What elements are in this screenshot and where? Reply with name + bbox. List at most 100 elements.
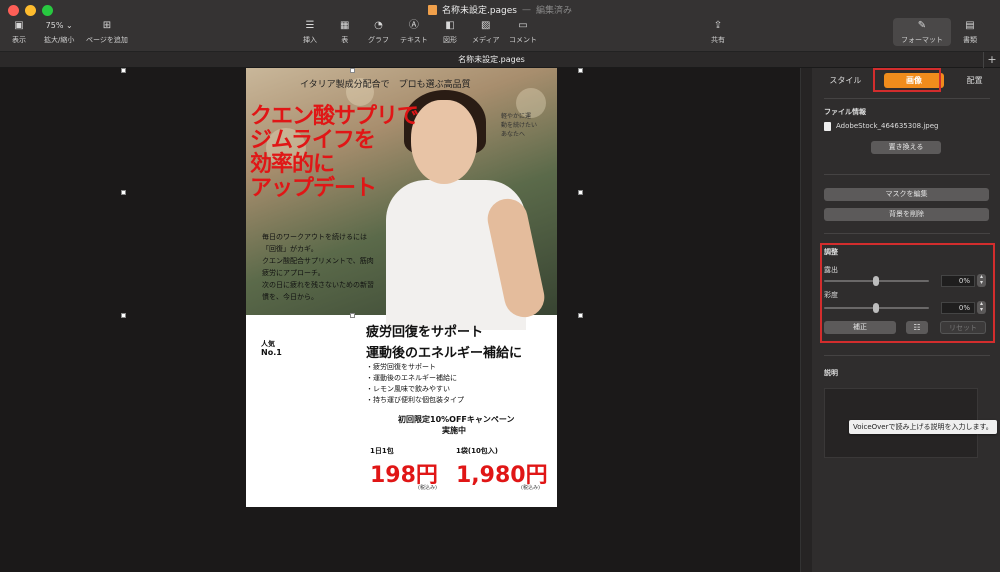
reset-button[interactable]: リセット [940, 321, 986, 334]
no1-label[interactable]: No.1 [261, 348, 282, 357]
headline-4[interactable]: アップデート [250, 177, 377, 200]
comment-button[interactable]: ▭ コメント [509, 20, 537, 45]
side-note-1[interactable]: 軽やかに運 [501, 112, 531, 121]
divider [824, 233, 990, 234]
exposure-slider-knob[interactable] [873, 276, 879, 286]
remove-background-button[interactable]: 背景を削除 [824, 208, 989, 221]
selection-handle[interactable] [121, 68, 126, 73]
bullet-4[interactable]: ・持ち運び便利な個包装タイプ [366, 395, 464, 405]
document-canvas[interactable]: イタリア製成分配合で プロも選ぶ高品質 クエン酸サプリで ジムライフを 効率的に… [0, 68, 800, 572]
sidebar-icon: ▣ [14, 20, 24, 31]
share-icon: ⇪ [713, 20, 723, 31]
side-note-2[interactable]: 動を続けたい [501, 121, 537, 130]
format-button[interactable]: ✎ フォーマット [893, 18, 951, 46]
adjust-label: 調整 [824, 248, 838, 256]
selection-handle[interactable] [121, 190, 126, 195]
share-button[interactable]: ⇪ 共有 [711, 20, 725, 45]
enhance-button[interactable]: 補正 [824, 321, 896, 334]
selection-handle[interactable] [578, 313, 583, 318]
edit-mask-button[interactable]: マスクを編集 [824, 188, 989, 201]
comment-label: コメント [509, 36, 537, 44]
sliders-icon[interactable]: ☷ [906, 321, 928, 334]
file-name: AdobeStock_464635308.jpeg [836, 122, 939, 130]
body-line-5[interactable]: 次の日に疲れを残さないための新習 [262, 280, 374, 290]
edited-status: 編集済み [536, 6, 573, 16]
window-title: 名称未設定.pages — 編集済み [0, 3, 1000, 16]
zoom-menu[interactable]: 75% ⌄ 拡大/縮小 [44, 20, 74, 45]
document-button[interactable]: ▤ 書類 [963, 20, 977, 45]
saturation-stepper[interactable]: ▴ ▾ [977, 301, 986, 314]
sub-head-2[interactable]: 運動後のエネルギー補給に [366, 342, 522, 361]
replace-button[interactable]: 置き換える [871, 141, 941, 154]
table-button[interactable]: ▦ 表 [340, 20, 349, 45]
pages-doc-icon [427, 4, 437, 15]
zoom-value: 75% ⌄ [45, 21, 73, 30]
document-tab-bar: 名称未設定.pages + [0, 52, 1000, 68]
new-tab-icon[interactable]: + [983, 52, 1000, 68]
photo-woman-face [411, 100, 477, 184]
insert-label: 挿入 [303, 36, 317, 44]
selection-handle[interactable] [578, 68, 583, 73]
sub-head-1[interactable]: 疲労回復をサポート [366, 321, 483, 340]
campaign-line-2[interactable]: 実施中 [442, 425, 466, 436]
chart-button[interactable]: ◔ グラフ [368, 20, 389, 45]
exposure-stepper[interactable]: ▴ ▾ [977, 274, 986, 287]
media-label: メディア [472, 36, 500, 44]
saturation-label: 彩度 [824, 291, 838, 299]
insert-button[interactable]: ☰ 挿入 [303, 20, 317, 45]
body-line-1[interactable]: 毎日のワークアウトを続けるには [262, 232, 367, 242]
headline-1[interactable]: クエン酸サプリで [250, 105, 419, 128]
headline-3[interactable]: 効率的に [250, 153, 335, 176]
saturation-value[interactable]: 0% [941, 302, 975, 314]
selection-handle[interactable] [350, 68, 355, 73]
insert-icon: ☰ [305, 20, 315, 31]
headline-2[interactable]: ジムライフを [250, 129, 376, 152]
document-tab[interactable]: 名称未設定.pages [0, 52, 983, 68]
canvas-scrollbar[interactable] [800, 68, 812, 572]
price-a-label[interactable]: 1日1包 [370, 446, 394, 456]
page-top-line[interactable]: イタリア製成分配合で プロも選ぶ高品質 [300, 77, 471, 90]
add-page-button[interactable]: ⊞ ページを追加 [86, 20, 128, 45]
price-b-tax[interactable]: (税込み) [521, 484, 540, 491]
zoom-value-text: 75% [45, 21, 64, 30]
document-icon: ▤ [965, 20, 975, 31]
body-line-3[interactable]: クエン酸配合サプリメントで、筋肉 [262, 256, 374, 266]
body-line-2[interactable]: 「回復」がカギ。 [262, 244, 318, 254]
description-tooltip: VoiceOverで読み上げる説明を入力します。 [849, 420, 997, 434]
exposure-value[interactable]: 0% [941, 275, 975, 287]
price-b-label[interactable]: 1袋(10包入) [456, 446, 498, 456]
bullet-2[interactable]: ・運動後のエネルギー補給に [366, 373, 457, 383]
text-icon: Ⓐ [408, 20, 419, 31]
media-icon: ▨ [481, 20, 491, 31]
format-inspector: スタイル 画像 配置 ファイル情報 AdobeStock_464635308.j… [812, 68, 1000, 572]
campaign-line-1[interactable]: 初回限定10%OFFキャンペーン [398, 414, 514, 425]
table-label: 表 [341, 36, 349, 44]
media-button[interactable]: ▨ メディア [472, 20, 500, 45]
bullet-1[interactable]: ・疲労回復をサポート [366, 362, 436, 372]
shape-button[interactable]: ◧ 図形 [443, 20, 457, 45]
description-label: 説明 [824, 369, 838, 377]
exposure-label: 露出 [824, 266, 838, 274]
selection-handle[interactable] [350, 313, 355, 318]
selection-handle[interactable] [121, 313, 126, 318]
body-line-6[interactable]: 慣を、今日から。 [262, 292, 318, 302]
add-page-label: ページを追加 [86, 36, 128, 44]
selection-handle[interactable] [578, 190, 583, 195]
file-icon [824, 122, 831, 131]
side-note-3[interactable]: あなたへ [501, 130, 525, 139]
share-label: 共有 [711, 36, 725, 44]
tab-style[interactable]: スタイル [817, 73, 873, 88]
title-separator: — [522, 4, 531, 15]
view-button[interactable]: ▣ 表示 [12, 20, 26, 45]
tab-arrange[interactable]: 配置 [955, 73, 995, 88]
document-page[interactable]: イタリア製成分配合で プロも選ぶ高品質 クエン酸サプリで ジムライフを 効率的に… [246, 68, 557, 507]
chart-label: グラフ [368, 36, 389, 44]
bullet-3[interactable]: ・レモン風味で飲みやすい [366, 384, 450, 394]
body-line-4[interactable]: 疲労にアプローチ。 [262, 268, 325, 278]
saturation-slider-knob[interactable] [873, 303, 879, 313]
text-button[interactable]: Ⓐ テキスト [400, 20, 428, 45]
view-label: 表示 [12, 36, 26, 44]
price-a-tax[interactable]: (税込み) [418, 484, 437, 491]
divider [824, 174, 990, 175]
document-label: 書類 [963, 36, 977, 44]
